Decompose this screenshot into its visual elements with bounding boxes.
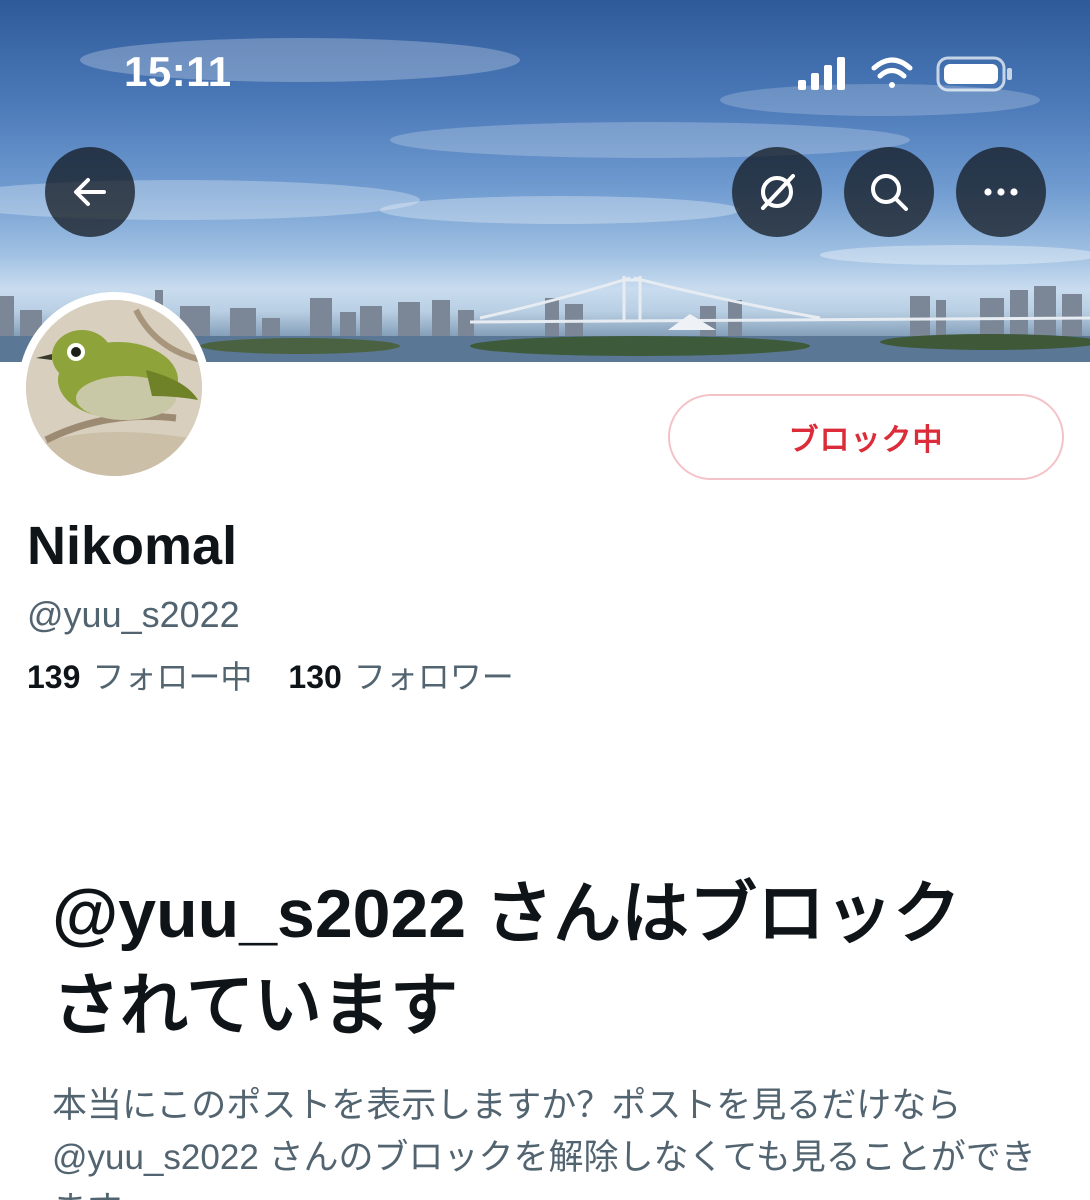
- followers-link[interactable]: 130 フォロワー: [288, 652, 513, 698]
- grok-button[interactable]: [732, 147, 822, 237]
- battery-icon: [936, 56, 1012, 92]
- followers-count: 130: [288, 659, 342, 695]
- following-count: 139: [27, 659, 81, 695]
- search-button[interactable]: [844, 147, 934, 237]
- following-label: フォロー中: [92, 659, 253, 695]
- avatar-bird-image: [26, 300, 202, 476]
- more-button[interactable]: [956, 147, 1046, 237]
- blocked-notice-description: 本当にこのポストを表示しますか？ポストを見るだけなら @yuu_s2022 さん…: [52, 1086, 1036, 1200]
- wifi-icon: [871, 57, 913, 88]
- following-link[interactable]: 139 フォロー中: [27, 652, 252, 698]
- status-icons: [798, 56, 1012, 92]
- back-button[interactable]: [45, 147, 135, 237]
- blocked-notice-title: @yuu_s2022 さんはブロックされています: [52, 876, 962, 1044]
- blocking-button[interactable]: ブロック中: [668, 394, 1064, 480]
- cellular-signal-icon: [798, 57, 845, 90]
- handle: @yuu_s2022: [27, 594, 240, 635]
- search-icon: [871, 174, 908, 211]
- display-name: Nikomal: [27, 516, 238, 576]
- grok-icon: [761, 174, 795, 210]
- followers-label: フォロワー: [353, 659, 514, 695]
- arrow-left-icon: [74, 178, 106, 206]
- status-time: 15:11: [124, 48, 232, 95]
- more-dots-icon: [984, 188, 1018, 196]
- avatar[interactable]: [18, 292, 210, 484]
- follow-stats: 139 フォロー中 130 フォロワー: [27, 652, 514, 698]
